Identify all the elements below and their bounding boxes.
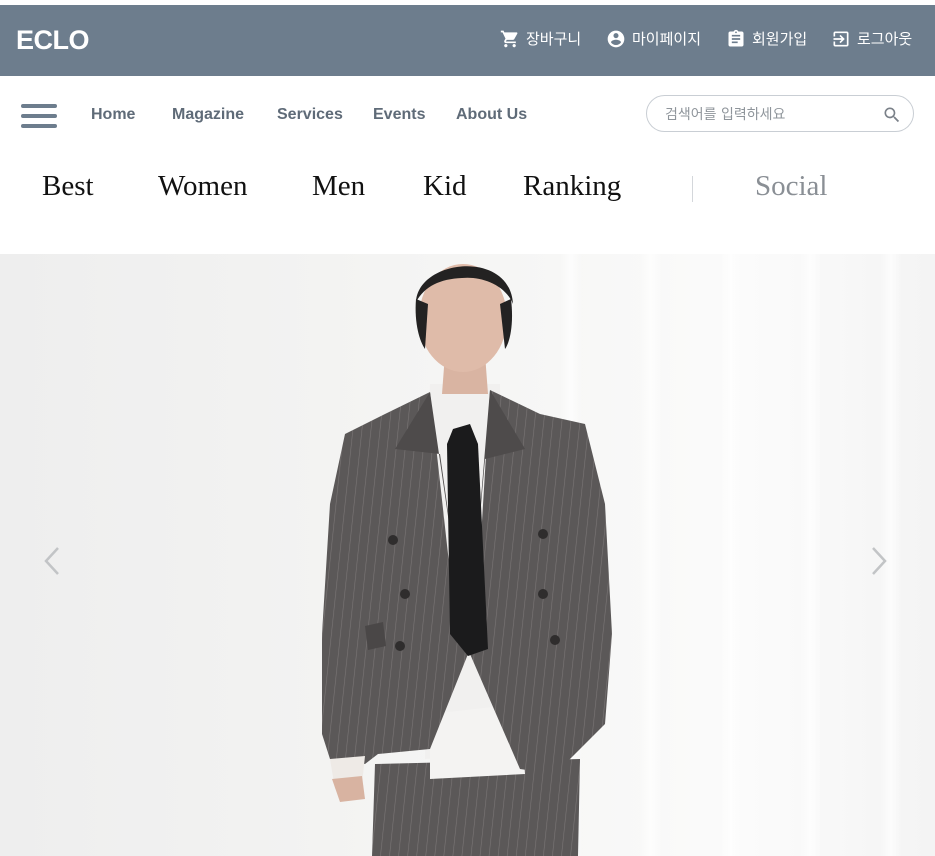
hamburger-line xyxy=(21,124,57,128)
nav-magazine[interactable]: Magazine xyxy=(172,106,244,124)
nav-services[interactable]: Services xyxy=(277,106,343,124)
logout-label: 로그아웃 xyxy=(857,30,913,48)
cart-link[interactable]: 장바구니 xyxy=(500,28,581,49)
mypage-label: 마이페이지 xyxy=(632,30,702,48)
category-women[interactable]: Women xyxy=(158,170,247,203)
carousel-next-button[interactable] xyxy=(867,544,891,578)
chevron-right-icon xyxy=(872,547,887,575)
hamburger-line xyxy=(21,104,57,108)
nav-home[interactable]: Home xyxy=(91,106,135,124)
user-circle-icon xyxy=(607,30,625,47)
category-divider xyxy=(692,176,693,202)
chevron-left-icon xyxy=(44,547,59,575)
search-box xyxy=(646,95,914,132)
logout-link[interactable]: 로그아웃 xyxy=(831,28,912,49)
top-bar: ECLO 장바구니 마이페이지 회원가입 로그아웃 xyxy=(0,5,935,76)
category-ranking[interactable]: Ranking xyxy=(523,170,621,203)
hamburger-icon[interactable] xyxy=(21,104,57,130)
signup-label: 회원가입 xyxy=(752,30,808,48)
logout-icon xyxy=(833,31,849,46)
cart-icon xyxy=(500,30,518,47)
carousel-prev-button[interactable] xyxy=(40,544,64,578)
cart-label: 장바구니 xyxy=(526,30,582,48)
nav-about-us[interactable]: About Us xyxy=(456,106,527,124)
brand-logo[interactable]: ECLO xyxy=(16,25,90,56)
search-icon[interactable] xyxy=(882,105,902,125)
hero-carousel xyxy=(0,254,935,856)
mypage-link[interactable]: 마이페이지 xyxy=(606,28,701,49)
clipboard-icon xyxy=(728,29,744,46)
hamburger-line xyxy=(21,114,57,118)
category-best[interactable]: Best xyxy=(42,170,94,203)
category-social[interactable]: Social xyxy=(755,170,828,203)
category-men[interactable]: Men xyxy=(312,170,365,203)
hero-model-image xyxy=(322,264,612,856)
nav-events[interactable]: Events xyxy=(373,106,425,124)
search-input[interactable] xyxy=(663,103,877,127)
signup-link[interactable]: 회원가입 xyxy=(726,28,807,49)
category-kid[interactable]: Kid xyxy=(423,170,467,203)
